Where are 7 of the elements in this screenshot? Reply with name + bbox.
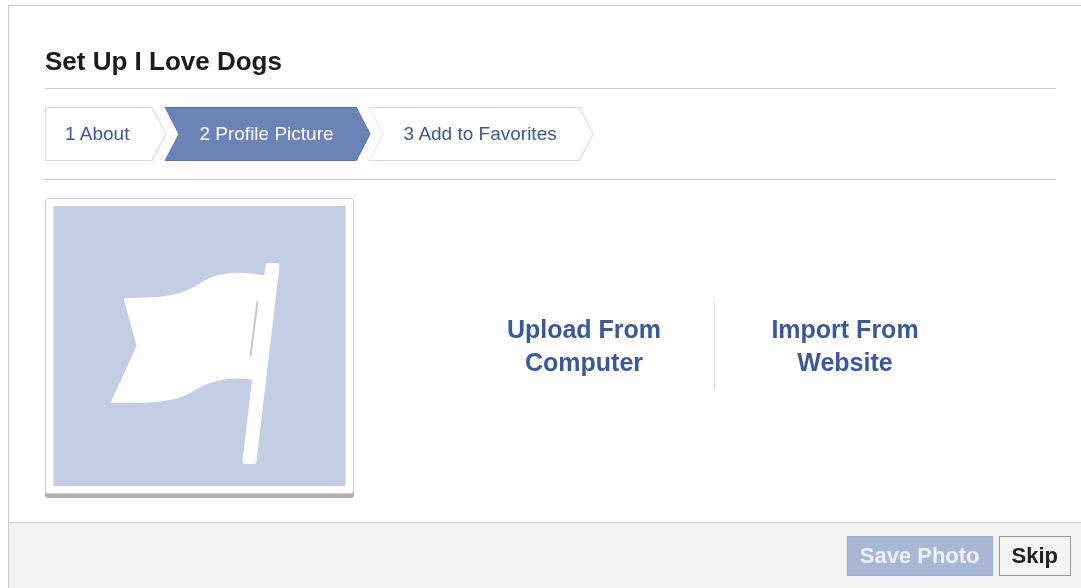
option-link[interactable]: Upload From Computer bbox=[474, 313, 694, 379]
step-tab[interactable]: 2 Profile Picture bbox=[164, 107, 371, 161]
step-tab[interactable]: 3 Add to Favorites bbox=[368, 107, 594, 161]
skip-button[interactable]: Skip bbox=[998, 536, 1071, 576]
step-tab[interactable]: 1 About bbox=[45, 107, 167, 161]
dialog-title: Set Up I Love Dogs bbox=[45, 45, 283, 78]
option-link[interactable]: Import From Website bbox=[735, 313, 955, 379]
